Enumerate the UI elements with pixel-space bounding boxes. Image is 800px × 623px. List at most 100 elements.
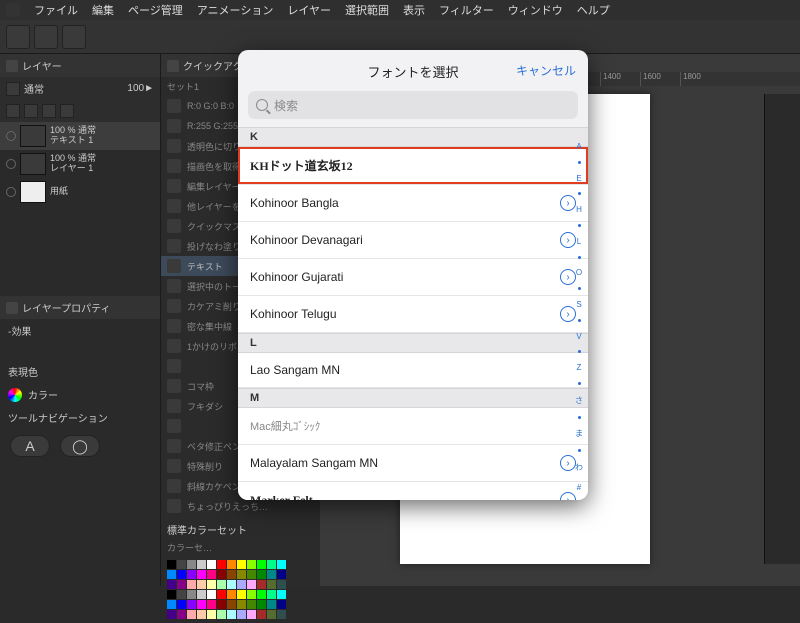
font-item[interactable]: Kohinoor Bangla›: [238, 185, 588, 222]
font-item[interactable]: Mac細丸ｺﾞｼｯｸ: [238, 408, 588, 445]
font-item[interactable]: KHドット道玄坂12: [238, 147, 588, 185]
quick-item-icon: [167, 179, 181, 193]
search-input[interactable]: 検索: [248, 91, 578, 119]
menu-help[interactable]: ヘルプ: [577, 2, 610, 18]
layers-panel-title: レイヤー: [0, 54, 160, 77]
quick-icon: [167, 60, 179, 72]
layer-thumb: [20, 125, 46, 147]
quick-item-icon: [167, 379, 181, 393]
index-letter[interactable]: O: [576, 268, 582, 277]
color-grid[interactable]: [167, 560, 314, 619]
chevron-right-icon[interactable]: ›: [560, 492, 576, 500]
menu-page[interactable]: ページ管理: [128, 2, 183, 18]
balloon-tool-button[interactable]: ◯: [60, 435, 100, 457]
blend-mode-select[interactable]: [6, 82, 20, 96]
quick-item-icon: [167, 119, 181, 133]
props-icon: [6, 302, 18, 314]
cancel-button[interactable]: キャンセル: [516, 62, 576, 79]
opacity-value[interactable]: 100►: [127, 83, 154, 94]
quick-item-icon: [167, 99, 181, 113]
alphabet-index[interactable]: A E H L O S V Z さまわ #: [572, 142, 586, 492]
font-picker-modal: フォントを選択 キャンセル 検索 KKHドット道玄坂12Kohinoor Ban…: [238, 50, 588, 500]
layer-toggle-row: [0, 100, 160, 122]
index-letter[interactable]: [578, 161, 581, 164]
index-letter[interactable]: Z: [577, 363, 582, 372]
visibility-icon[interactable]: [6, 187, 16, 197]
layers-icon: [6, 60, 18, 72]
layer-toggle-icon[interactable]: [24, 104, 38, 118]
index-letter[interactable]: わ: [575, 462, 583, 473]
tool-icon[interactable]: [34, 25, 58, 49]
index-letter[interactable]: [578, 256, 581, 259]
menu-view[interactable]: 表示: [403, 2, 425, 18]
index-letter[interactable]: V: [576, 332, 581, 341]
layer-thumb: [20, 181, 46, 203]
displaycolor-label: 表現色: [0, 360, 160, 383]
menu-layer[interactable]: レイヤー: [287, 2, 331, 18]
font-item[interactable]: Lao Sangam MN: [238, 353, 588, 388]
layer-thumb: [20, 153, 46, 175]
index-letter[interactable]: [578, 449, 581, 452]
font-item[interactable]: Kohinoor Devanagari›: [238, 222, 588, 259]
index-letter[interactable]: [578, 192, 581, 195]
menu-select[interactable]: 選択範囲: [345, 2, 389, 18]
color-row[interactable]: カラー: [0, 383, 160, 406]
visibility-icon[interactable]: [6, 131, 16, 141]
font-list[interactable]: KKHドット道玄坂12Kohinoor Bangla›Kohinoor Deva…: [238, 127, 588, 500]
index-letter[interactable]: [578, 319, 581, 322]
colorset-dropdown[interactable]: カラーセ…: [167, 539, 314, 556]
visibility-icon[interactable]: [6, 159, 16, 169]
menu-filter[interactable]: フィルター: [439, 2, 494, 18]
tool-icon[interactable]: [62, 25, 86, 49]
index-letter[interactable]: さ: [575, 395, 583, 406]
blend-mode-label: 通常: [24, 81, 44, 96]
menu-file[interactable]: ファイル: [34, 2, 78, 18]
quick-item-icon: [167, 479, 181, 493]
quick-item-icon: [167, 219, 181, 233]
index-letter[interactable]: L: [577, 237, 581, 246]
layers-label: レイヤー: [22, 58, 62, 73]
index-letter[interactable]: ま: [575, 428, 583, 439]
index-letter[interactable]: [578, 416, 581, 419]
layer-toggle-icon[interactable]: [42, 104, 56, 118]
menu-anim[interactable]: アニメーション: [197, 2, 274, 18]
toolbar: [0, 20, 800, 54]
font-name: Kohinoor Gujarati: [250, 270, 343, 284]
layer-name: 用紙: [50, 187, 68, 197]
menu-edit[interactable]: 編集: [92, 2, 114, 18]
layer-item-layer1[interactable]: 100 % 通常レイヤー 1: [0, 150, 160, 178]
layer-toggle-icon[interactable]: [60, 104, 74, 118]
index-letter[interactable]: #: [577, 483, 581, 492]
index-letter[interactable]: S: [576, 300, 581, 309]
font-section-header: M: [238, 388, 588, 408]
font-name: Lao Sangam MN: [250, 363, 340, 377]
quick-item-icon: [167, 359, 181, 373]
effect-label: -効果: [0, 319, 160, 342]
font-item[interactable]: Kohinoor Gujarati›: [238, 259, 588, 296]
quick-item-icon: [167, 239, 181, 253]
font-name: Kohinoor Devanagari: [250, 233, 363, 247]
tool-icon[interactable]: [6, 25, 30, 49]
quick-item-icon: [167, 439, 181, 453]
text-tool-button[interactable]: A: [10, 435, 50, 457]
font-name: Malayalam Sangam MN: [250, 456, 378, 470]
quick-item-icon: [167, 459, 181, 473]
font-item[interactable]: Marker Felt›: [238, 482, 588, 500]
layer-toggle-icon[interactable]: [6, 104, 20, 118]
font-item[interactable]: Malayalam Sangam MN›: [238, 445, 588, 482]
font-section-header: K: [238, 127, 588, 147]
toolnav-label: ツールナビゲーション: [0, 406, 160, 429]
layer-item-paper[interactable]: 用紙: [0, 178, 160, 206]
index-letter[interactable]: [578, 287, 581, 290]
color-value: カラー: [28, 387, 58, 402]
quick-item-icon: [167, 299, 181, 313]
index-letter[interactable]: H: [576, 205, 582, 214]
index-letter[interactable]: E: [576, 174, 581, 183]
index-letter[interactable]: [578, 382, 581, 385]
layer-item-text1[interactable]: 100 % 通常テキスト 1: [0, 122, 160, 150]
index-letter[interactable]: A: [576, 142, 581, 151]
font-item[interactable]: Kohinoor Telugu›: [238, 296, 588, 333]
menu-window[interactable]: ウィンドウ: [508, 2, 563, 18]
index-letter[interactable]: [578, 224, 581, 227]
index-letter[interactable]: [578, 350, 581, 353]
